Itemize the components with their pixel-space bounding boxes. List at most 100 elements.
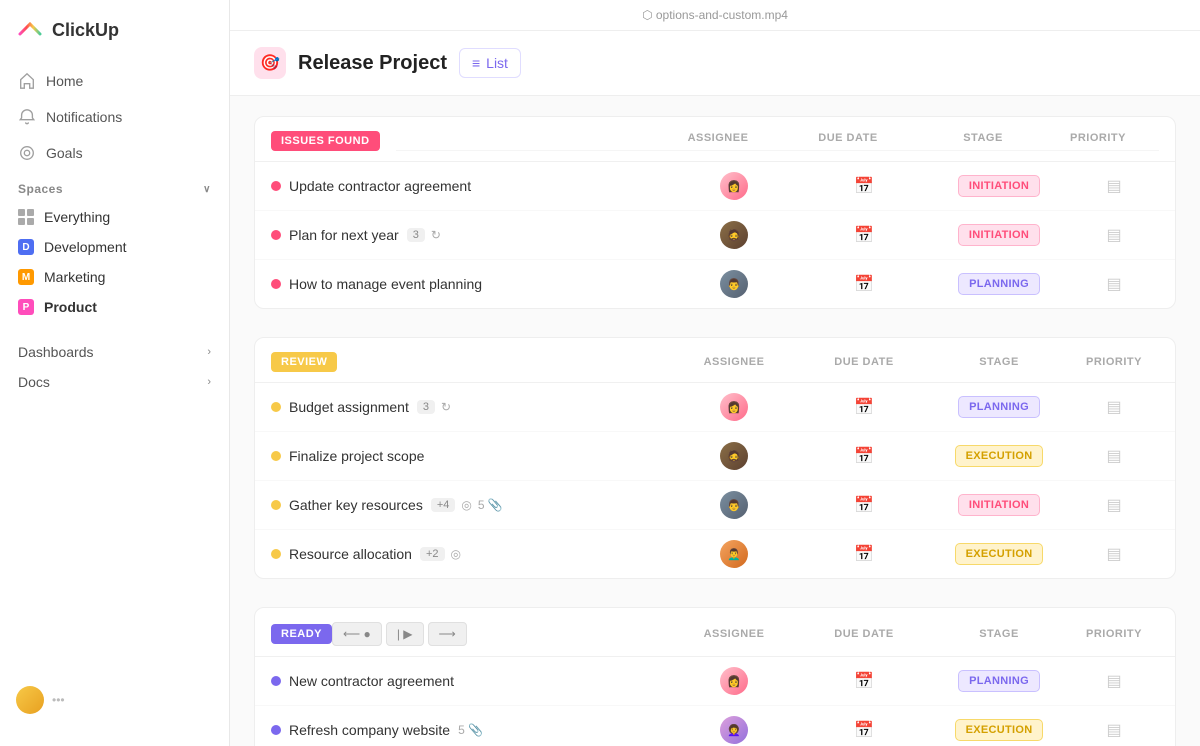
home-icon <box>18 72 36 90</box>
task-name-cell: Gather key resources +4 ◎ 5 📎 <box>271 497 669 513</box>
project-title: Release Project <box>298 52 447 75</box>
toolbar-btn-2[interactable]: | ▶ <box>386 622 424 646</box>
clickup-logo-icon <box>16 16 44 44</box>
task-name[interactable]: New contractor agreement <box>289 673 454 689</box>
task-stage-cell[interactable]: EXECUTION <box>929 543 1069 565</box>
sidebar-item-everything-label: Everything <box>44 209 110 225</box>
product-icon: P <box>18 299 34 315</box>
task-stage-cell[interactable]: INITIATION <box>929 494 1069 516</box>
main-nav: Home Notifications Goals <box>0 64 229 170</box>
calendar-icon: 📅 <box>854 446 874 466</box>
sidebar-bottom: ••• <box>0 670 229 730</box>
task-assignee-cell: 👩 <box>669 393 799 421</box>
task-due-date-cell[interactable]: 📅 <box>799 495 929 515</box>
sidebar-item-development[interactable]: D Development <box>8 232 221 262</box>
task-content: ISSUES FOUND ASSIGNEE DUE DATE STAGE PRI… <box>230 96 1200 746</box>
spaces-header: Spaces ∨ <box>0 170 229 202</box>
task-status-dot <box>271 451 281 461</box>
task-due-date-cell[interactable]: 📅 <box>799 671 929 691</box>
task-name-cell: How to manage event planning <box>271 276 669 292</box>
calendar-icon: 📅 <box>854 225 874 245</box>
task-status-dot <box>271 549 281 559</box>
spaces-chevron-icon[interactable]: ∨ <box>203 184 211 195</box>
task-name-cell: New contractor agreement <box>271 673 669 689</box>
task-name[interactable]: Resource allocation <box>289 546 412 562</box>
task-priority-cell[interactable]: ▤ <box>1069 274 1159 294</box>
ready-toolbar: ⟵ ● | ▶ ⟶ <box>332 622 467 646</box>
stage-badge: EXECUTION <box>955 543 1044 565</box>
task-name[interactable]: Budget assignment <box>289 399 409 415</box>
task-due-date-cell[interactable]: 📅 <box>799 544 929 564</box>
task-priority-cell[interactable]: ▤ <box>1069 225 1159 245</box>
task-name[interactable]: How to manage event planning <box>289 276 482 292</box>
top-bar-text: ⬡ options-and-custom.mp4 <box>642 8 788 22</box>
sidebar-item-marketing-label: Marketing <box>44 269 105 285</box>
task-name[interactable]: Plan for next year <box>289 227 399 243</box>
task-priority-cell[interactable]: ▤ <box>1069 495 1159 515</box>
table-row: Update contractor agreement 👩 📅 INITIATI… <box>255 162 1175 211</box>
docs-arrow-icon: › <box>207 376 211 388</box>
sidebar-item-product-label: Product <box>44 299 97 315</box>
priority-icon: ▤ <box>1106 446 1121 466</box>
task-name[interactable]: Refresh company website <box>289 722 450 738</box>
task-assignee-cell: 🧔 <box>669 442 799 470</box>
goals-icon <box>18 144 36 162</box>
col-stage-review: STAGE <box>929 356 1069 368</box>
user-status-dot: ••• <box>52 693 65 707</box>
task-stage-cell[interactable]: EXECUTION <box>929 445 1069 467</box>
task-status-dot <box>271 500 281 510</box>
stage-badge: INITIATION <box>958 175 1040 197</box>
task-due-date-cell[interactable]: 📅 <box>799 225 929 245</box>
col-priority: PRIORITY <box>1053 132 1143 144</box>
task-name[interactable]: Finalize project scope <box>289 448 424 464</box>
task-stage-cell[interactable]: EXECUTION <box>929 719 1069 741</box>
user-avatar[interactable] <box>16 686 44 714</box>
sidebar-item-marketing[interactable]: M Marketing <box>8 262 221 292</box>
toolbar-btn-1[interactable]: ⟵ ● <box>332 622 382 646</box>
avatar: 🧔 <box>720 221 748 249</box>
issues-badge: ISSUES FOUND <box>271 131 380 151</box>
nav-home[interactable]: Home <box>8 64 221 98</box>
sidebar-item-product[interactable]: P Product <box>8 292 221 322</box>
task-due-date-cell[interactable]: 📅 <box>799 274 929 294</box>
task-stage-cell[interactable]: INITIATION <box>929 175 1069 197</box>
task-priority-cell[interactable]: ▤ <box>1069 397 1159 417</box>
table-row: Refresh company website 5 📎 👩‍🦱 📅 EXECUT… <box>255 706 1175 746</box>
task-name[interactable]: Update contractor agreement <box>289 178 471 194</box>
nav-notifications[interactable]: Notifications <box>8 100 221 134</box>
dashboards-label: Dashboards <box>18 344 94 360</box>
sidebar-item-development-label: Development <box>44 239 127 255</box>
nav-goals[interactable]: Goals <box>8 136 221 170</box>
toolbar-btn-3[interactable]: ⟶ <box>428 622 467 646</box>
task-priority-cell[interactable]: ▤ <box>1069 671 1159 691</box>
sidebar-item-docs[interactable]: Docs › <box>0 364 229 394</box>
task-priority-cell[interactable]: ▤ <box>1069 544 1159 564</box>
calendar-icon: 📅 <box>854 671 874 691</box>
col-priority-review: PRIORITY <box>1069 356 1159 368</box>
top-bar: ⬡ options-and-custom.mp4 <box>230 0 1200 31</box>
task-priority-cell[interactable]: ▤ <box>1069 176 1159 196</box>
task-stage-cell[interactable]: INITIATION <box>929 224 1069 246</box>
list-view-tab[interactable]: ≡ List <box>459 48 521 78</box>
task-due-date-cell[interactable]: 📅 <box>799 720 929 740</box>
calendar-icon: 📅 <box>854 720 874 740</box>
task-name-cell: Refresh company website 5 📎 <box>271 722 669 738</box>
task-name[interactable]: Gather key resources <box>289 497 423 513</box>
task-stage-cell[interactable]: PLANNING <box>929 273 1069 295</box>
priority-icon: ▤ <box>1106 397 1121 417</box>
task-count: 3 <box>417 400 435 414</box>
task-due-date-cell[interactable]: 📅 <box>799 176 929 196</box>
task-priority-cell[interactable]: ▤ <box>1069 446 1159 466</box>
priority-icon: ▤ <box>1106 495 1121 515</box>
task-due-date-cell[interactable]: 📅 <box>799 446 929 466</box>
task-priority-cell[interactable]: ▤ <box>1069 720 1159 740</box>
task-stage-cell[interactable]: PLANNING <box>929 396 1069 418</box>
task-due-date-cell[interactable]: 📅 <box>799 397 929 417</box>
sidebar-item-everything[interactable]: Everything <box>8 202 221 232</box>
calendar-icon: 📅 <box>854 495 874 515</box>
task-stage-cell[interactable]: PLANNING <box>929 670 1069 692</box>
sidebar-item-dashboards[interactable]: Dashboards › <box>0 334 229 364</box>
col-assignee-ready: ASSIGNEE <box>669 628 799 640</box>
priority-icon: ▤ <box>1106 225 1121 245</box>
avatar: 🧔 <box>720 442 748 470</box>
